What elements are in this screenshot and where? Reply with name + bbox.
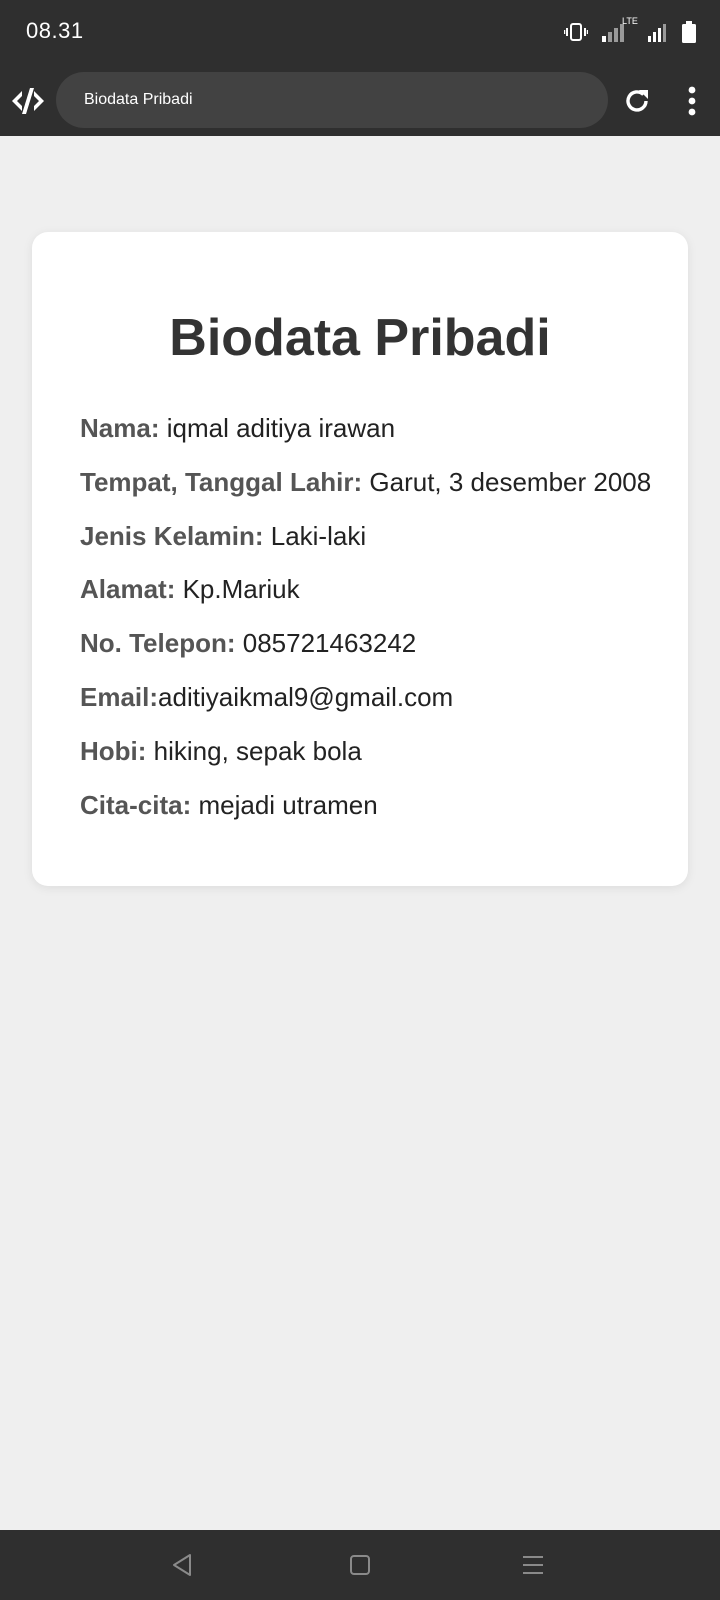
row-label: Tempat, Tanggal Lahir: — [80, 466, 363, 497]
biodata-row-hobi: Hobi: hiking, sepak bola — [80, 735, 670, 789]
status-icons: LTE — [564, 16, 696, 44]
biodata-card: Biodata Pribadi Nama: iqmal aditiya iraw… — [32, 232, 688, 886]
row-value: mejadi utramen — [191, 789, 378, 820]
back-icon[interactable] — [170, 1552, 196, 1578]
row-value: iqmal aditiya irawan — [159, 413, 396, 443]
status-bar: 08.31 LTE — [0, 0, 720, 66]
battery-icon — [682, 21, 696, 43]
url-title: Biodata Pribadi — [84, 91, 193, 108]
vibrate-icon — [564, 22, 588, 42]
signal-icon: LTE — [602, 16, 638, 42]
page-title: Biodata Pribadi — [169, 309, 551, 367]
row-value: aditiyaikmal9@gmail.com — [158, 681, 454, 712]
biodata-row-nama: Nama: iqmal aditiya irawan — [80, 412, 670, 466]
row-value: 085721463242 — [235, 628, 417, 659]
biodata-row-jenis-kelamin: Jenis Kelamin: Laki-laki — [80, 520, 670, 574]
status-time: 08.31 — [26, 18, 84, 43]
biodata-row-ttl: Tempat, Tanggal Lahir: Garut, 3 desember… — [80, 466, 670, 520]
system-nav-bar — [0, 1530, 720, 1600]
more-vert-icon[interactable] — [680, 84, 704, 118]
biodata-list: Nama: iqmal aditiya irawan Tempat, Tangg… — [80, 412, 670, 842]
recents-icon[interactable] — [520, 1552, 546, 1578]
row-label: Hobi: — [80, 735, 147, 766]
reload-icon[interactable] — [622, 86, 652, 116]
row-label: Alamat: — [80, 574, 176, 605]
browser-toolbar: Biodata Pribadi — [0, 66, 720, 136]
row-label: No. Telepon: — [80, 628, 236, 659]
signal-icon — [648, 22, 668, 42]
biodata-row-email: Email:aditiyaikmal9@gmail.com — [80, 681, 670, 735]
row-label: Nama: — [80, 413, 160, 443]
row-value: Garut, 3 desember 2008 — [362, 466, 652, 497]
row-value: hiking, sepak bola — [146, 735, 362, 766]
url-bar[interactable]: Biodata Pribadi — [56, 72, 608, 128]
row-label: Cita-cita: — [80, 789, 192, 820]
row-value: Laki-laki — [263, 520, 367, 551]
row-label: Jenis Kelamin: — [80, 520, 264, 551]
row-label: Email: — [80, 681, 159, 712]
biodata-row-alamat: Alamat: Kp.Mariuk — [80, 573, 670, 627]
row-value: Kp.Mariuk — [175, 574, 300, 605]
network-type-label: LTE — [622, 16, 638, 26]
biodata-row-cita-cita: Cita-cita: mejadi utramen — [80, 789, 670, 843]
app-logo-icon[interactable] — [10, 84, 46, 118]
biodata-row-telepon: No. Telepon: 085721463242 — [80, 627, 670, 681]
home-icon[interactable] — [347, 1552, 373, 1578]
